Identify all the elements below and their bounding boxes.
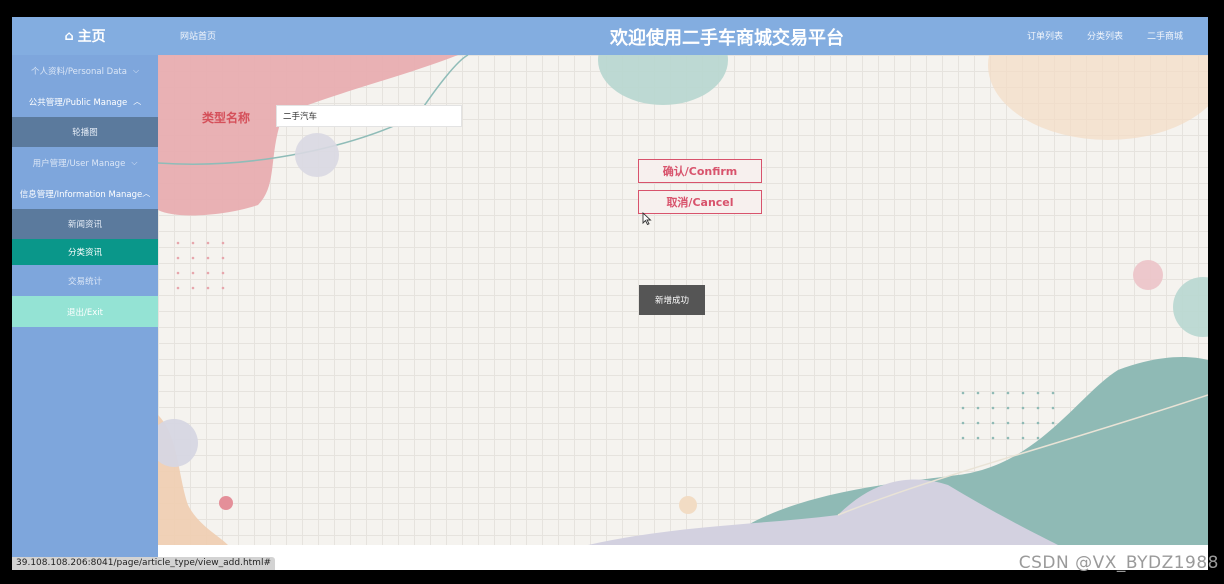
sidebar-item-label: 分类资讯 xyxy=(67,248,102,258)
chevron-down-icon: ⌵ xyxy=(132,65,140,75)
chevron-up-icon: ︿ xyxy=(133,97,142,106)
top-bar: ⌂ 主页 网站首页 欢迎使用二手车商城交易平台 订单列表 分类列表 二手商城 xyxy=(12,17,1208,55)
page-title: 欢迎使用二手车商城交易平台 xyxy=(610,28,844,49)
sidebar-item-label: 信息管理/Information Manage xyxy=(19,189,143,200)
chevron-up-icon: ︿ xyxy=(142,189,151,198)
sidebar-item-user-manage[interactable]: 用户管理/User Manage ⌵ xyxy=(12,147,158,178)
sidebar-item-category-info[interactable]: 分类资讯 xyxy=(12,239,158,265)
sidebar-item-label: 退出/Exit xyxy=(67,307,103,318)
sidebar-item-news[interactable]: 新闻资讯 xyxy=(12,209,158,239)
cancel-button[interactable]: 取消/Cancel xyxy=(638,190,762,214)
top-nav: 订单列表 分类列表 二手商城 xyxy=(1027,29,1183,42)
sidebar-item-label: 交易统计 xyxy=(67,276,102,287)
sidebar-item-label: 个人资料/Personal Data xyxy=(30,66,127,77)
sidebar-item-personal-data[interactable]: 个人资料/Personal Data ⌵ xyxy=(12,55,158,86)
mouse-cursor-icon xyxy=(642,212,652,226)
home-icon: ⌂ xyxy=(64,28,74,44)
sidebar: 个人资料/Personal Data ⌵ 公共管理/Public Manage … xyxy=(12,55,158,570)
sidebar-item-public-manage[interactable]: 公共管理/Public Manage ︿ xyxy=(12,86,158,117)
type-name-input[interactable] xyxy=(276,105,462,127)
main-content: 类型名称 确认/Confirm 取消/Cancel 新增成功 xyxy=(158,55,1208,545)
nav-category-list[interactable]: 分类列表 xyxy=(1087,29,1123,42)
sidebar-item-exit[interactable]: 退出/Exit xyxy=(12,296,158,327)
watermark: CSDN @VX_BYDZ1988 xyxy=(1018,553,1219,573)
sidebar-item-trade-stats[interactable]: 交易统计 xyxy=(12,265,158,296)
sidebar-item-label: 轮播图 xyxy=(72,128,98,138)
home-label: 主页 xyxy=(77,29,106,45)
nav-order-list[interactable]: 订单列表 xyxy=(1027,29,1063,42)
nav-secondhand-mall[interactable]: 二手商城 xyxy=(1147,29,1183,42)
type-name-label: 类型名称 xyxy=(202,111,251,125)
chevron-down-icon: ⌵ xyxy=(131,157,138,167)
sidebar-item-label: 新闻资讯 xyxy=(67,220,102,230)
sidebar-item-information-manage[interactable]: 信息管理/Information Manage ︿ xyxy=(12,178,158,209)
app-window: ⌂ 主页 网站首页 欢迎使用二手车商城交易平台 订单列表 分类列表 二手商城 个… xyxy=(12,17,1208,570)
sidebar-item-carousel[interactable]: 轮播图 xyxy=(12,117,158,147)
success-toast: 新增成功 xyxy=(639,285,705,315)
status-bar-url: 39.108.108.206:8041/page/article_type/vi… xyxy=(12,557,275,570)
site-home-link[interactable]: 网站首页 xyxy=(180,29,216,42)
home-link[interactable]: ⌂ 主页 xyxy=(12,17,158,55)
sidebar-item-label: 公共管理/Public Manage xyxy=(28,97,128,108)
confirm-button[interactable]: 确认/Confirm xyxy=(638,159,762,183)
sidebar-item-label: 用户管理/User Manage xyxy=(32,158,126,169)
